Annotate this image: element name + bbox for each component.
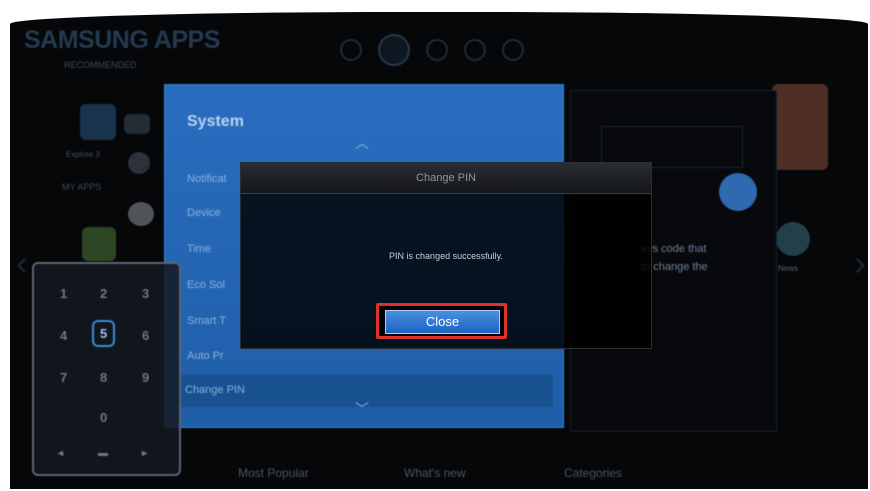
news-app-icon[interactable]	[776, 222, 810, 256]
key-9[interactable]: 9	[142, 370, 149, 385]
photos-icon[interactable]	[426, 39, 448, 61]
my-apps-label: MY APPS	[62, 182, 102, 192]
menu-item-notifications[interactable]: Notificat	[187, 173, 227, 185]
nav-whats-new[interactable]: What's new	[404, 466, 466, 480]
menu-item-device[interactable]: Device	[187, 207, 221, 219]
key-2[interactable]: 2	[100, 286, 107, 301]
menu-item-eco-solution[interactable]: Eco Sol	[187, 279, 225, 291]
recommended-label: RECOMMENDED	[64, 60, 137, 70]
dialog-title: Change PIN	[241, 163, 651, 194]
dialog-message: PIN is changed successfully.	[389, 251, 503, 261]
right-key-icon[interactable]: ▸	[142, 448, 147, 459]
explore-app-icon[interactable]	[80, 104, 116, 140]
menu-item-time[interactable]: Time	[187, 243, 211, 255]
key-5[interactable]: 5	[92, 320, 116, 347]
app-icon[interactable]	[128, 152, 150, 174]
key-3[interactable]: 3	[142, 286, 149, 301]
nav-categories[interactable]: Categories	[564, 466, 622, 480]
key-0[interactable]: 0	[100, 410, 107, 425]
explore-label: Explore 3	[66, 150, 100, 159]
settings-title: System	[187, 113, 244, 130]
number-keypad: 1 2 3 4 5 6 7 8 9 0 ◂ ▬ ▸	[32, 262, 181, 476]
key-6[interactable]: 6	[142, 328, 149, 343]
left-arrow-icon[interactable]: ‹	[16, 242, 28, 284]
nav-most-popular[interactable]: Most Popular	[238, 466, 309, 480]
key-4[interactable]: 4	[60, 328, 67, 343]
app-icon[interactable]	[124, 114, 150, 134]
tv-screen: SAMSUNG APPS RECOMMENDED MY APPS ‹ › Exp…	[10, 12, 868, 489]
lock-icon	[719, 173, 757, 211]
change-pin-dialog: Change PIN PIN is changed successfully. …	[240, 162, 652, 349]
key-1[interactable]: 1	[60, 286, 67, 301]
close-button[interactable]: Close	[385, 310, 500, 334]
menu-item-smart-touch[interactable]: Smart T	[187, 315, 226, 327]
apps-icon[interactable]	[378, 34, 410, 66]
delete-key-icon[interactable]: ▬	[98, 448, 108, 459]
video-icon[interactable]	[464, 39, 486, 61]
key-7[interactable]: 7	[60, 370, 67, 385]
games-icon[interactable]	[340, 39, 362, 61]
chevron-up-icon[interactable]: ︿	[355, 133, 369, 153]
app-icon[interactable]	[128, 202, 154, 226]
top-nav-icons	[340, 34, 524, 66]
app-brand: SAMSUNG APPS	[24, 26, 220, 54]
left-key-icon[interactable]: ◂	[58, 448, 63, 459]
key-8[interactable]: 8	[100, 370, 107, 385]
app-thumbnail[interactable]	[772, 84, 828, 170]
app-icon[interactable]	[82, 227, 116, 261]
social-icon[interactable]	[502, 39, 524, 61]
close-button-highlight: Close	[376, 303, 507, 339]
menu-item-auto-protection[interactable]: Auto Pr	[187, 350, 224, 362]
chevron-down-icon[interactable]: ﹀	[355, 399, 369, 419]
news-label: News	[778, 264, 799, 273]
right-arrow-icon[interactable]: ›	[854, 242, 866, 284]
